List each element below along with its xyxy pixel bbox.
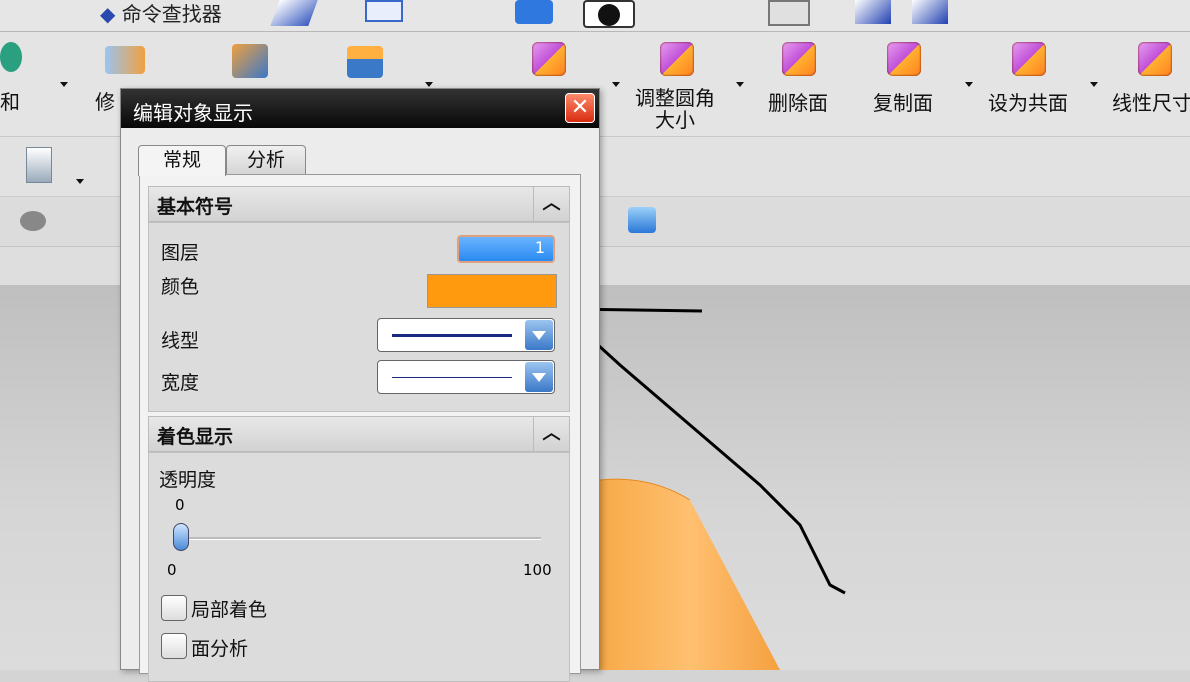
- tab-analysis[interactable]: 分析: [226, 145, 306, 175]
- collapse-icon[interactable]: ︿: [533, 417, 569, 451]
- offset-icon[interactable]: [347, 46, 383, 78]
- tab-panel: 基本符号 ︿ 图层 1 颜色 线型 宽度 着色显示 ︿ 透明度 0 0 100 局部…: [139, 174, 581, 682]
- ribbon-unite[interactable]: 和: [0, 86, 20, 115]
- drawing-icon[interactable]: [26, 147, 52, 183]
- section-basic-body: 图层 1 颜色 线型 宽度: [148, 222, 570, 412]
- collapse-icon[interactable]: ︿: [533, 187, 569, 221]
- linear-dimension-icon[interactable]: [1138, 42, 1172, 76]
- section-basic-header[interactable]: 基本符号 ︿: [148, 186, 570, 222]
- partial-shading-label: 局部着色: [191, 599, 268, 621]
- dialog-title: 编辑对象显示: [133, 101, 253, 125]
- top-toolbar: ◆ 命令查找器: [0, 0, 1190, 32]
- copy-face-icon[interactable]: [887, 42, 921, 76]
- trim-icon[interactable]: [105, 46, 145, 74]
- close-icon[interactable]: ✕: [565, 93, 595, 123]
- ribbon-resize-blend[interactable]: 调整圆角 大小: [635, 87, 715, 131]
- layer-label: 图层: [161, 242, 200, 264]
- dropdown-icon[interactable]: [76, 179, 84, 184]
- dropdown-icon[interactable]: [965, 82, 973, 87]
- section-shading-header[interactable]: 着色显示 ︿: [148, 416, 570, 452]
- linetype-select[interactable]: [377, 318, 555, 352]
- transparency-value: 0: [175, 496, 185, 514]
- ribbon-trim[interactable]: 修: [95, 86, 115, 115]
- label: 大小: [655, 108, 695, 132]
- unite-icon[interactable]: [0, 42, 22, 72]
- command-finder[interactable]: ◆ 命令查找器: [100, 0, 222, 27]
- dropdown-icon[interactable]: [736, 82, 744, 87]
- color-label: 颜色: [161, 276, 200, 298]
- chevron-down-icon[interactable]: [525, 362, 553, 392]
- transparency-label: 透明度: [159, 469, 217, 491]
- edit-object-display-dialog: 编辑对象显示 ✕ 常规 分析 基本符号 ︿ 图层 1 颜色 线型 宽度 着色显示 ︿…: [120, 88, 600, 682]
- ribbon-linear-dimension[interactable]: 线性尺寸: [1112, 87, 1190, 116]
- block-icon[interactable]: [515, 0, 553, 24]
- dropdown-icon[interactable]: [1090, 82, 1098, 87]
- face-analysis-label: 面分析: [191, 638, 249, 660]
- solid-icon[interactable]: [20, 211, 46, 231]
- datum-icon[interactable]: [855, 0, 891, 24]
- transparency-slider-thumb[interactable]: [173, 523, 189, 551]
- transparency-slider-track[interactable]: [177, 537, 541, 540]
- search-icon: ◆: [100, 2, 116, 26]
- resize-blend-icon[interactable]: [660, 42, 694, 76]
- chevron-down-icon[interactable]: [525, 320, 553, 350]
- box-icon[interactable]: [628, 207, 656, 233]
- layer-input[interactable]: 1: [457, 235, 555, 263]
- sketch-icon[interactable]: [365, 0, 403, 22]
- width-select[interactable]: [377, 360, 555, 394]
- tab-general[interactable]: 常规: [138, 145, 226, 176]
- ribbon-make-coplanar[interactable]: 设为共面: [988, 87, 1068, 116]
- move-face-icon[interactable]: [532, 42, 566, 76]
- make-coplanar-icon[interactable]: [1012, 42, 1046, 76]
- width-label: 宽度: [161, 372, 200, 394]
- dialog-title-bar[interactable]: 编辑对象显示 ✕: [121, 89, 599, 128]
- section-title: 着色显示: [157, 426, 234, 448]
- shading-icon[interactable]: [583, 0, 635, 28]
- section-shading-body: 透明度 0 0 100 局部着色 面分析: [148, 452, 570, 682]
- slider-min-label: 0: [167, 561, 177, 579]
- datum-plane-icon[interactable]: [912, 0, 948, 24]
- section-title: 基本符号: [157, 196, 234, 218]
- view-icon[interactable]: [270, 0, 318, 26]
- slider-max-label: 100: [523, 561, 552, 579]
- delete-face-icon[interactable]: [782, 42, 816, 76]
- face-analysis-checkbox[interactable]: [161, 633, 187, 659]
- dropdown-icon[interactable]: [60, 82, 68, 87]
- dropdown-icon[interactable]: [612, 82, 620, 87]
- dropdown-icon[interactable]: [425, 82, 433, 87]
- ribbon-copy-face[interactable]: 复制面: [873, 87, 933, 116]
- linetype-label: 线型: [161, 330, 200, 352]
- label: 调整圆角: [635, 86, 715, 110]
- feature-icon[interactable]: [232, 44, 268, 78]
- color-swatch[interactable]: [427, 274, 557, 308]
- ribbon-delete-face[interactable]: 删除面: [768, 87, 828, 116]
- partial-shading-checkbox[interactable]: [161, 595, 187, 621]
- frame-icon[interactable]: [768, 0, 810, 26]
